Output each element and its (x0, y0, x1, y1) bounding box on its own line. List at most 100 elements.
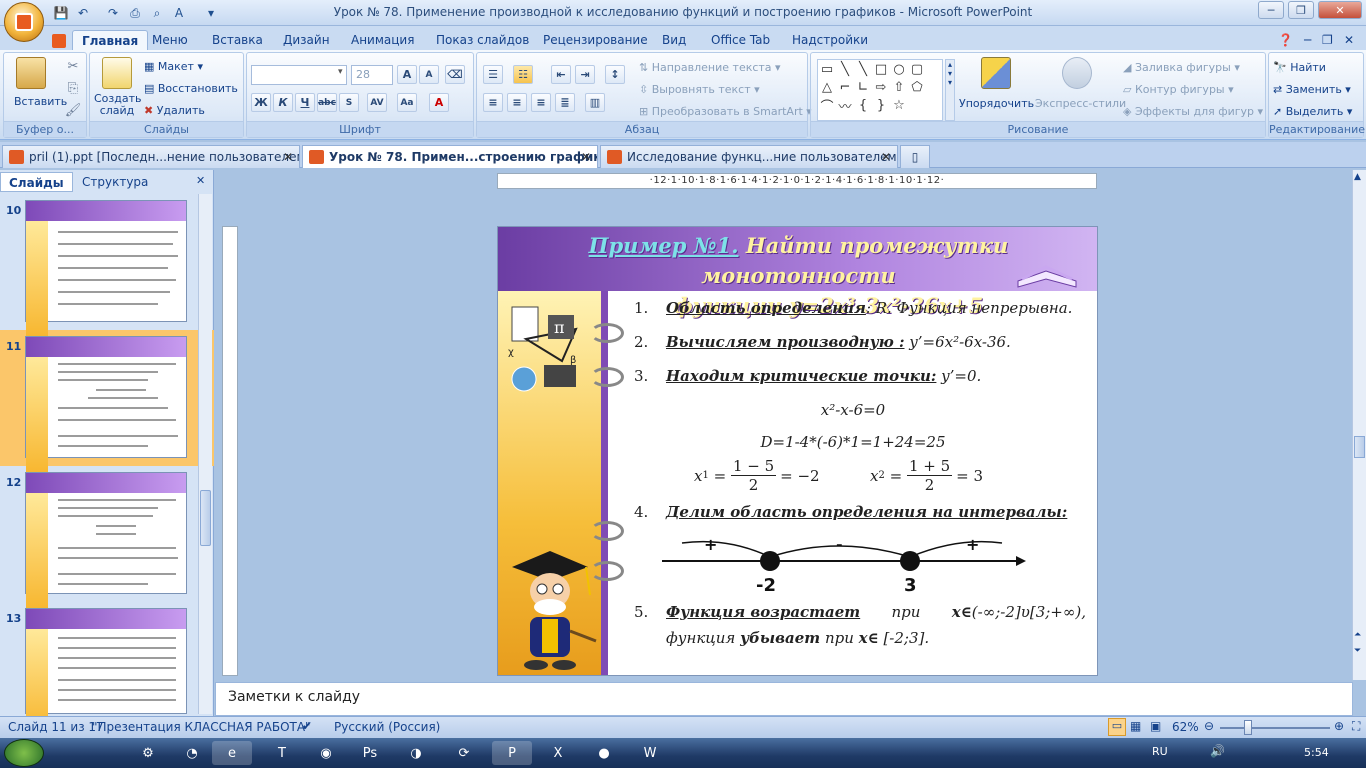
increase-indent-icon[interactable]: ⇥ (575, 65, 595, 84)
arrange-button[interactable]: Упорядочить (959, 57, 1034, 110)
font-name-dropdown-icon[interactable]: ▾ (338, 67, 343, 77)
spell-check-icon[interactable]: ✔ (302, 719, 312, 733)
vertical-ruler[interactable] (222, 226, 238, 676)
scroll-thumb[interactable] (1354, 436, 1365, 458)
star-shape-icon[interactable]: ☆ (890, 96, 908, 114)
slides-pane-scrollbar[interactable] (198, 194, 212, 714)
change-case-icon[interactable]: Aa (397, 93, 417, 112)
tray-icons[interactable]: 🔊 (1210, 744, 1225, 758)
shape-effects-button[interactable]: ◈ Эффекты для фигур ▾ (1123, 105, 1263, 118)
replace-button[interactable]: ⇄ Заменить ▾ (1273, 83, 1351, 96)
textbox-shape-icon[interactable]: ▭ (818, 60, 836, 78)
line-shape-icon[interactable]: ╲ (836, 60, 854, 78)
slide-thumbnail-selected[interactable] (25, 336, 187, 477)
tab-view[interactable]: Вид (653, 30, 695, 50)
save-icon[interactable]: 💾 (52, 4, 70, 22)
slide-canvas[interactable]: Пример №1. Найти промежутки монотонности… (497, 226, 1098, 676)
taskbar-excel-icon[interactable]: X (538, 741, 578, 765)
taskbar-app-icon[interactable]: T (262, 741, 302, 765)
tab-insert[interactable]: Вставка (203, 30, 272, 50)
numbering-icon[interactable]: ☷ (513, 65, 533, 84)
close-tab-icon[interactable]: ✕ (881, 146, 891, 168)
smartart-button[interactable]: ⊞ Преобразовать в SmartArt ▾ (639, 105, 812, 118)
redo-icon[interactable]: ↷ (104, 4, 122, 22)
close-icon[interactable]: ✕ (1318, 1, 1362, 19)
align-text-button[interactable]: ⇳ Выровнять текст ▾ (639, 83, 760, 96)
line2-shape-icon[interactable]: ╲ (854, 60, 872, 78)
line-spacing-icon[interactable]: ↕ (605, 65, 625, 84)
preview-icon[interactable]: ⌕ (148, 4, 166, 22)
brace-left-shape-icon[interactable]: { (854, 96, 872, 114)
prev-slide-icon[interactable]: ⏶ (1354, 630, 1361, 640)
theme-name[interactable]: "Презентация КЛАССНАЯ РАБОТА" (92, 720, 311, 734)
arrow-right-shape-icon[interactable]: ⇨ (872, 78, 890, 96)
format-painter-icon[interactable]: 🖌 (64, 101, 82, 119)
slide-item-1[interactable]: Область определения: R. Функция непрерыв… (666, 299, 1072, 317)
copy-icon[interactable]: ⎘ (64, 79, 82, 97)
clock[interactable]: 5:54 (1304, 746, 1329, 759)
taskbar-app-icon[interactable]: ● (584, 741, 624, 765)
bold-icon[interactable]: Ж (251, 93, 271, 112)
reset-button[interactable]: ▤ Восстановить (144, 82, 238, 95)
equation-quadratic[interactable]: x²-x-6=0 (608, 401, 1097, 419)
justify-icon[interactable]: ≣ (555, 93, 575, 112)
restore-icon[interactable]: ❐ (1288, 1, 1314, 19)
slide-thumbnail[interactable] (25, 608, 187, 733)
close-pane-icon[interactable]: ✕ (196, 174, 205, 187)
root-x2[interactable]: x 2 = 1 + 52 = 3 (870, 457, 983, 494)
tab-design[interactable]: Дизайн (274, 30, 339, 50)
slide-item-4[interactable]: Делим область определения на интервалы: (666, 503, 1067, 521)
horizontal-ruler[interactable]: ·12·1·10·1·8·1·6·1·4·1·2·1·0·1·2·1·4·1·6… (497, 173, 1097, 189)
decrease-indent-icon[interactable]: ⇤ (551, 65, 571, 84)
undo-icon[interactable]: ↶ (74, 4, 92, 22)
print-icon[interactable]: ⎙ (126, 4, 144, 22)
equation-discriminant[interactable]: D=1-4*(-6)*1=1+24=25 (608, 433, 1097, 451)
slide-scrollbar[interactable]: ▲ ⏶ ⏷ (1352, 170, 1366, 680)
new-tab-button[interactable]: ▯ (900, 145, 930, 168)
shapes-gallery[interactable]: ▭ ╲ ╲ □ ○ ▢ △ ⌐ ∟ ⇨ ⇧ ⬠ ⌒ 〰 { } ☆ (817, 59, 943, 121)
slide-item-3[interactable]: Находим критические точки: y’=0. (666, 367, 981, 385)
columns-icon[interactable]: ▥ (585, 93, 605, 112)
help-icon[interactable]: ❓ (1278, 30, 1293, 50)
layout-button[interactable]: ▦ Макет ▾ (144, 60, 203, 73)
grow-font-icon[interactable]: A (397, 65, 417, 84)
find-button[interactable]: 🔭 Найти (1273, 61, 1326, 74)
sorter-view-icon[interactable]: ▦ (1130, 719, 1141, 733)
ribbon-close-icon[interactable]: ✕ (1344, 30, 1354, 50)
font-size-input[interactable]: 28 (351, 65, 393, 85)
taskbar-app-icon[interactable]: ⟳ (444, 741, 484, 765)
tab-slideshow[interactable]: Показ слайдов (427, 30, 538, 50)
taskbar-firefox-icon[interactable]: ◉ (306, 741, 346, 765)
taskbar-app-icon[interactable]: ◔ (172, 741, 212, 765)
underline-icon[interactable]: Ч (295, 93, 315, 112)
close-tab-icon[interactable]: ✕ (283, 146, 293, 168)
normal-view-icon[interactable]: ▭ (1108, 718, 1126, 736)
taskbar-powerpoint-icon[interactable]: P (492, 741, 532, 765)
taskbar-app-icon[interactable]: ◑ (396, 741, 436, 765)
tab-outline[interactable]: Структура (74, 172, 156, 192)
shapes-gallery-more-icon[interactable]: ▴ ▾ ▾ (945, 59, 955, 121)
pentagon-shape-icon[interactable]: ⬠ (908, 78, 926, 96)
bullets-icon[interactable]: ☰ (483, 65, 503, 84)
taskbar-ie-icon[interactable]: e (212, 741, 252, 765)
tab-office-tab[interactable]: Office Tab (702, 30, 779, 50)
new-slide-button[interactable]: Создать слайд (94, 57, 142, 117)
qat-dropdown-icon[interactable]: ▾ (202, 4, 220, 22)
delete-slide-button[interactable]: ✖ Удалить (144, 104, 205, 117)
ribbon-restore-icon[interactable]: ❐ (1322, 30, 1333, 50)
tab-menu[interactable]: Меню (143, 30, 197, 50)
rect-shape-icon[interactable]: □ (872, 60, 890, 78)
align-left-icon[interactable]: ≡ (483, 93, 503, 112)
align-right-icon[interactable]: ≡ (531, 93, 551, 112)
fit-slide-icon[interactable]: ⛶ (1352, 719, 1360, 734)
doc-tab-2[interactable]: Урок № 78. Примен...строению графиков ✕ (302, 145, 598, 168)
font-name-input[interactable] (251, 65, 347, 85)
align-center-icon[interactable]: ≡ (507, 93, 527, 112)
language-indicator[interactable]: Русский (Россия) (334, 720, 440, 734)
tab-animation[interactable]: Анимация (342, 30, 423, 50)
shadow-icon[interactable]: S (339, 93, 359, 112)
start-button-icon[interactable] (4, 739, 44, 767)
taskbar-photoshop-icon[interactable]: Ps (350, 741, 390, 765)
root-x1[interactable]: x1 = 1 − 52 = −2 (694, 457, 820, 494)
input-language[interactable]: RU (1152, 745, 1168, 758)
